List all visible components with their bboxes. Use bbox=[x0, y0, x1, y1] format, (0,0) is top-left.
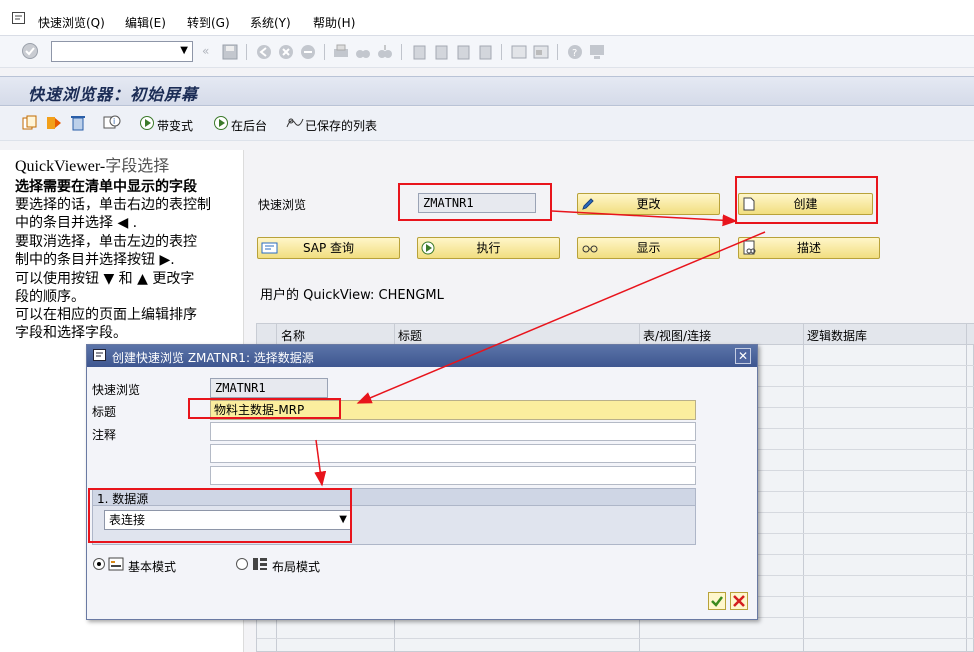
help-line: 段的顺序。 bbox=[15, 289, 85, 305]
glasses-icon bbox=[582, 245, 598, 253]
enter-check-icon[interactable] bbox=[21, 42, 39, 60]
previous-page-icon[interactable] bbox=[433, 44, 449, 60]
layout-mode-radio[interactable] bbox=[236, 558, 248, 570]
print-icon[interactable] bbox=[333, 44, 349, 60]
saved-lists-button[interactable]: 已保存的列表 bbox=[305, 117, 377, 134]
help-line: 中的条目并选择 ◀ . bbox=[15, 215, 138, 231]
basic-mode-label: 基本模式 bbox=[128, 560, 177, 574]
annotation-box bbox=[88, 488, 352, 543]
execute-button[interactable]: 执行 bbox=[417, 237, 560, 259]
in-background-button[interactable]: 在后台 bbox=[231, 117, 267, 134]
dialog-title-label: 标题 bbox=[92, 405, 117, 419]
help-heading: QuickViewer-字段选择 bbox=[15, 158, 170, 175]
cancel-icon[interactable] bbox=[300, 44, 316, 60]
save-icon[interactable] bbox=[222, 44, 238, 60]
sap-query-button[interactable]: SAP 查询 bbox=[257, 237, 400, 259]
notes-input-line-1[interactable] bbox=[210, 422, 696, 441]
help-line: 制中的条目并选择按钮 ▶. bbox=[15, 252, 175, 268]
help-line: 要取消选择，单击左边的表控 bbox=[15, 234, 197, 250]
next-page-icon[interactable] bbox=[455, 44, 471, 60]
help-icon[interactable]: ? bbox=[567, 44, 583, 60]
shortcut-icon[interactable] bbox=[533, 44, 549, 60]
annotation-box bbox=[398, 183, 552, 221]
user-quickviews-label: 用户的 QuickView: CHENGML bbox=[260, 288, 444, 303]
menu-help[interactable]: 帮助(H) bbox=[313, 14, 355, 31]
layout-menu-icon[interactable] bbox=[589, 44, 605, 60]
execute-variant-icon[interactable] bbox=[139, 115, 155, 131]
help-line: 字段和选择字段。 bbox=[15, 325, 127, 341]
column-header-table[interactable]: 表/视图/连接 bbox=[643, 327, 711, 344]
describe-icon bbox=[743, 240, 756, 255]
display-button[interactable]: 显示 bbox=[577, 237, 720, 259]
menu-edit[interactable]: 编辑(E) bbox=[125, 14, 166, 31]
dialog-notes-label: 注释 bbox=[92, 428, 117, 442]
confirm-check-icon[interactable] bbox=[708, 592, 726, 610]
rename-icon[interactable] bbox=[46, 115, 62, 131]
help-line: 可以在相应的页面上编辑排序 bbox=[15, 307, 197, 323]
layout-mode-icon bbox=[253, 558, 267, 570]
background-execute-icon[interactable] bbox=[213, 115, 229, 131]
page-title: 快速浏览器：初始屏幕 bbox=[28, 85, 199, 104]
help-line: 可以使用按钮 ▼ 和 ▲ 更改字 bbox=[15, 271, 195, 287]
menu-system[interactable]: 系统(Y) bbox=[250, 14, 291, 31]
dialog-title: 创建快速浏览 ZMATNR1: 选择数据源 bbox=[112, 351, 314, 365]
column-header-ldb[interactable]: 逻辑数据库 bbox=[807, 327, 867, 344]
dialog-window-icon bbox=[93, 349, 106, 361]
find-icon[interactable] bbox=[355, 44, 371, 60]
saved-lists-icon[interactable] bbox=[286, 115, 304, 131]
help-subheading: 选择需要在清单中显示的字段 bbox=[15, 179, 197, 195]
describe-button[interactable]: 描述 bbox=[738, 237, 880, 259]
command-field[interactable]: ▼ bbox=[51, 41, 193, 62]
quickview-label: 快速浏览 bbox=[258, 198, 307, 212]
dialog-quickview-field: ZMATNR1 bbox=[210, 378, 328, 398]
menu-screen-icon[interactable] bbox=[12, 12, 26, 25]
svg-text:i: i bbox=[113, 117, 115, 126]
query-icon bbox=[261, 242, 278, 254]
exit-icon[interactable] bbox=[278, 44, 294, 60]
basic-mode-icon bbox=[108, 557, 124, 571]
help-line: 要选择的话，单击右边的表控制 bbox=[15, 197, 211, 213]
delete-icon[interactable] bbox=[70, 114, 86, 131]
chevron-down-icon: ▼ bbox=[180, 45, 188, 56]
notes-input-line-3[interactable] bbox=[210, 466, 696, 485]
notes-input-line-2[interactable] bbox=[210, 444, 696, 463]
double-left-icon: « bbox=[202, 44, 210, 58]
back-icon[interactable] bbox=[256, 44, 272, 60]
basic-mode-radio[interactable] bbox=[93, 558, 105, 570]
copy-icon[interactable] bbox=[22, 115, 38, 131]
execute-icon bbox=[421, 241, 435, 255]
find-next-icon[interactable] bbox=[377, 44, 393, 60]
dialog-close-icon[interactable]: ✕ bbox=[735, 348, 751, 364]
new-session-icon[interactable] bbox=[511, 44, 527, 60]
info-icon[interactable]: i bbox=[103, 114, 121, 131]
pencil-icon bbox=[582, 198, 594, 210]
with-variant-button[interactable]: 带变式 bbox=[157, 117, 193, 134]
cancel-x-icon[interactable] bbox=[730, 592, 748, 610]
dialog-quickview-label: 快速浏览 bbox=[92, 383, 141, 397]
layout-mode-label: 布局模式 bbox=[272, 560, 321, 574]
column-header-name[interactable]: 名称 bbox=[281, 327, 305, 344]
annotation-box bbox=[735, 176, 878, 224]
annotation-box bbox=[188, 398, 341, 419]
column-header-title[interactable]: 标题 bbox=[398, 327, 422, 344]
first-page-icon[interactable] bbox=[411, 44, 427, 60]
svg-text:?: ? bbox=[572, 48, 577, 59]
change-button[interactable]: 更改 bbox=[577, 193, 720, 215]
last-page-icon[interactable] bbox=[477, 44, 493, 60]
menu-quickview[interactable]: 快速浏览(Q) bbox=[38, 14, 105, 31]
menu-goto[interactable]: 转到(G) bbox=[187, 14, 230, 31]
